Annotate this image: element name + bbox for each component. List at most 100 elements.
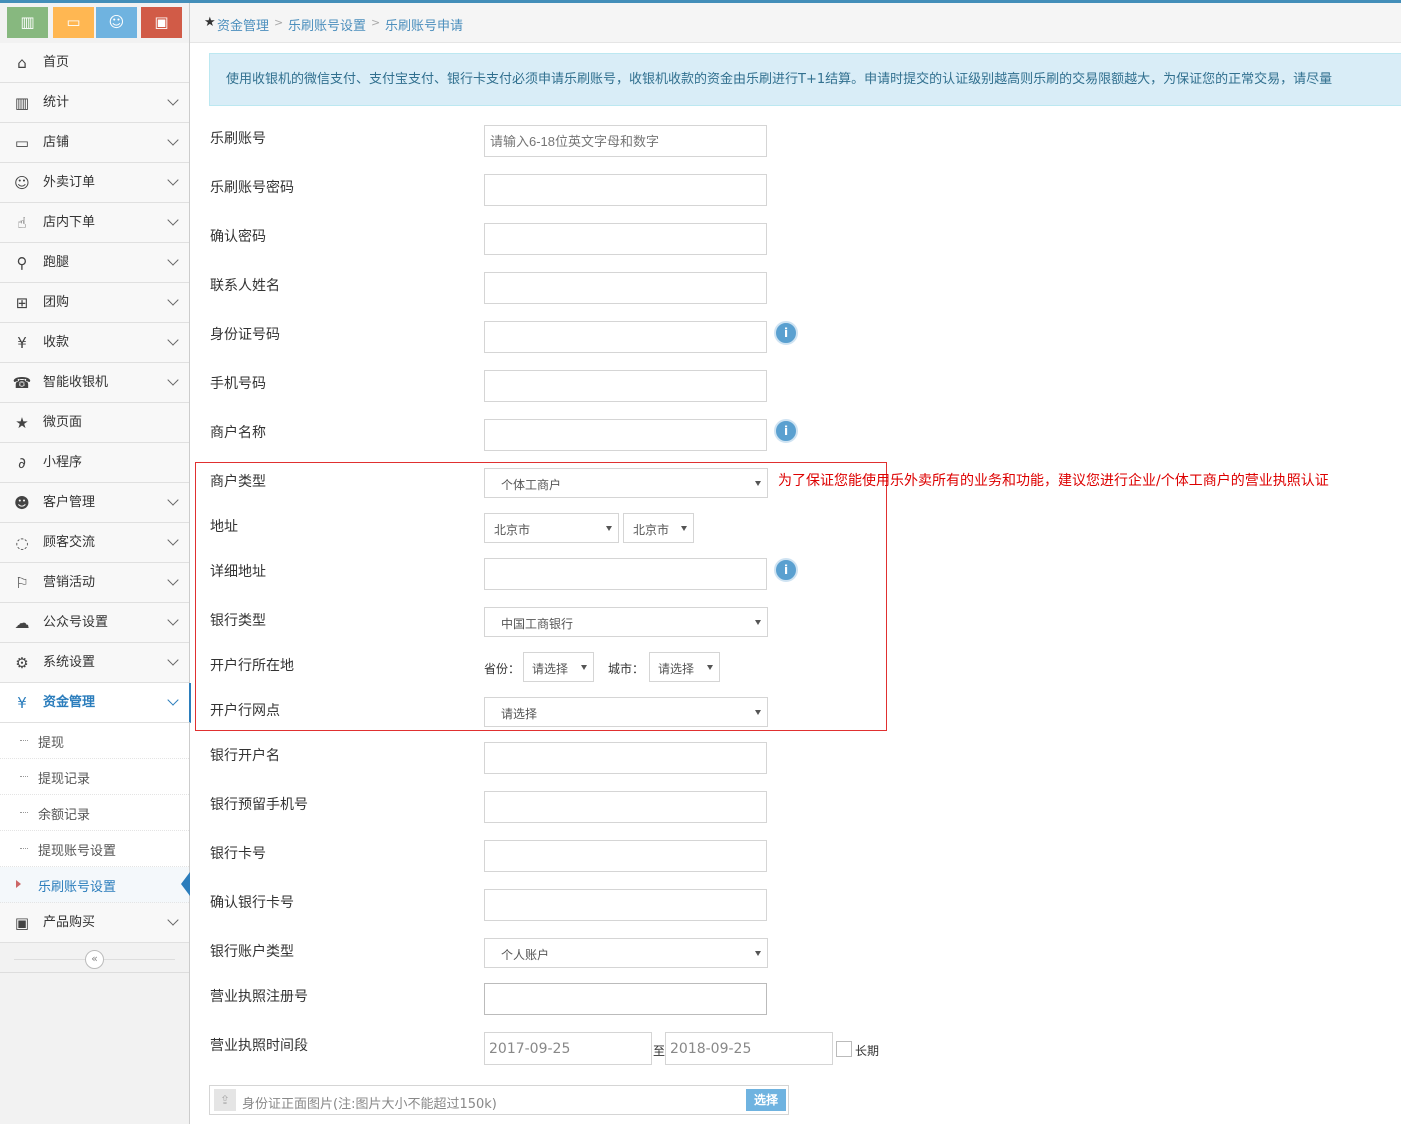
sidebar-subitem-label: 提现 (38, 736, 65, 751)
bank-province-select[interactable]: 请选择 (523, 652, 594, 682)
chevron-down-icon (167, 134, 179, 146)
detail-address-label: 详细地址 (210, 564, 266, 580)
sidebar-item-system-settings[interactable]: ⚙ 系统设置 (0, 643, 189, 683)
sidebar-subitem-withdraw-account-settings[interactable]: 提现账号设置 (0, 831, 189, 867)
sidebar-item-mini-program[interactable]: ∂ 小程序 (0, 443, 189, 483)
caret-down-icon (606, 526, 612, 531)
bank-account-type-select[interactable]: 个人账户 (484, 938, 768, 968)
bank-account-type-label: 银行账户类型 (210, 944, 294, 960)
sidebar-item-product-purchase[interactable]: ▣ 产品购买 (0, 903, 189, 943)
sidebar-item-micro-page[interactable]: ★ 微页面 (0, 403, 189, 443)
bank-city-select[interactable]: 请选择 (649, 652, 720, 682)
link-icon: ∂ (18, 454, 26, 472)
phone-label: 手机号码 (210, 376, 266, 392)
caret-down-icon (681, 526, 687, 531)
caret-down-icon (755, 710, 761, 715)
province-select[interactable]: 北京市 (484, 513, 619, 543)
info-icon[interactable]: i (774, 558, 798, 582)
caret-down-icon (755, 481, 761, 486)
license-number-input[interactable] (484, 983, 767, 1015)
city-select[interactable]: 北京市 (623, 513, 694, 543)
sidebar-item-customer-chat[interactable]: ◌ 顾客交流 (0, 523, 189, 563)
sidebar-subitem-withdraw[interactable]: 提现 (0, 723, 189, 759)
account-input[interactable] (484, 125, 767, 157)
sidebar-subitem-leshua-account-settings[interactable]: 乐刷账号设置 (0, 867, 190, 903)
idcard-input[interactable] (484, 321, 767, 353)
sidebar-item-marketing[interactable]: ⚐ 营销活动 (0, 563, 189, 603)
long-term-checkbox[interactable] (836, 1041, 852, 1057)
sidebar-item-stats[interactable]: ▥ 统计 (0, 83, 189, 123)
sidebar-item-dine-in-orders[interactable]: ☝ 店内下单 (0, 203, 189, 243)
license-end-date-input[interactable]: 2018-09-25 (665, 1032, 833, 1065)
upload-choose-button[interactable]: 选择 (746, 1089, 786, 1111)
info-icon[interactable]: i (774, 321, 798, 345)
tree-dash (20, 740, 28, 741)
info-notice: 使用收银机的微信支付、支付宝支付、银行卡支付必须申请乐刷账号，收银机收款的资金由… (209, 53, 1401, 106)
bank-card-input[interactable] (484, 840, 767, 872)
briefcase-icon: ▣ (14, 914, 30, 932)
phone-input[interactable] (484, 370, 767, 402)
license-start-date-input[interactable]: 2017-09-25 (484, 1032, 652, 1065)
chevron-down-icon (167, 334, 179, 346)
contact-name-input[interactable] (484, 272, 767, 304)
bank-account-name-input[interactable] (484, 742, 767, 774)
bank-phone-input[interactable] (484, 791, 767, 823)
bank-type-select[interactable]: 中国工商银行 (484, 607, 768, 637)
confirm-password-input[interactable] (484, 223, 767, 255)
caret-down-icon (755, 951, 761, 956)
tree-dash (20, 776, 28, 777)
bar-chart-icon: ▥ (14, 94, 30, 112)
sidebar-item-label: 资金管理 (43, 695, 96, 710)
sidebar-item-errand[interactable]: ⚲ 跑腿 (0, 243, 189, 283)
bank-card-label: 银行卡号 (210, 846, 266, 862)
merchant-name-input[interactable] (484, 419, 767, 451)
bank-phone-label: 银行预留手机号 (210, 797, 308, 813)
account-label: 乐刷账号 (210, 131, 266, 147)
smile-icon[interactable]: ☺ (96, 7, 137, 38)
sidebar-item-customer-management[interactable]: ☻ 客户管理 (0, 483, 189, 523)
sidebar-item-smart-cashier[interactable]: ☎ 智能收银机 (0, 363, 189, 403)
sidebar-item-official-account[interactable]: ☁ 公众号设置 (0, 603, 189, 643)
merchant-name-label: 商户名称 (210, 425, 266, 441)
sidebar-item-home[interactable]: ⌂ 首页 (0, 43, 189, 83)
sidebar-item-label: 微页面 (43, 415, 83, 430)
chevron-down-icon (167, 214, 179, 226)
sidebar-item-group-buy[interactable]: ⊞ 团购 (0, 283, 189, 323)
tree-dash (20, 848, 28, 849)
sidebar: ▥ ▭ ☺ ▣ ⌂ 首页 ▥ 统计 ▭ 店铺 ☺ 外卖订单 ☝ 店内下单 ⚲ 跑腿 ⊞ 团购 ¥ 收款 ☎ 智能收… (0, 3, 191, 1124)
breadcrumb-link-funds[interactable]: 资金管理 (217, 15, 269, 34)
chevron-down-icon (167, 914, 179, 926)
password-input[interactable] (484, 174, 767, 206)
chevron-down-icon (167, 574, 179, 586)
caret-down-icon (581, 665, 587, 670)
star-icon: ★ (204, 15, 216, 30)
sidebar-subitem-label: 乐刷账号设置 (38, 880, 117, 895)
collapse-icon[interactable]: « (85, 950, 104, 969)
license-period-label: 营业执照时间段 (210, 1038, 308, 1054)
idcard-front-upload[interactable]: ⇪ 身份证正面图片(注:图片大小不能超过150k) 选择 (209, 1085, 789, 1115)
caret-down-icon (755, 620, 761, 625)
bag-icon[interactable]: ▣ (141, 7, 182, 38)
sidebar-item-funds-management[interactable]: ¥ 资金管理 (0, 683, 191, 723)
sidebar-subitem-balance-records[interactable]: 余额记录 (0, 795, 189, 831)
monitor-icon[interactable]: ▭ (53, 7, 94, 38)
breadcrumb-link-leshua-settings[interactable]: 乐刷账号设置 (288, 15, 366, 34)
sidebar-item-store[interactable]: ▭ 店铺 (0, 123, 189, 163)
detail-address-input[interactable] (484, 558, 767, 590)
info-icon[interactable]: i (774, 419, 798, 443)
idcard-label: 身份证号码 (210, 327, 280, 343)
sidebar-item-takeout-orders[interactable]: ☺ 外卖订单 (0, 163, 189, 203)
bar-chart-icon[interactable]: ▥ (7, 7, 48, 38)
city-value: 北京市 (633, 523, 670, 537)
long-term-label: 长期 (855, 1044, 880, 1058)
breadcrumb: ★ 资金管理 > 乐刷账号设置 > 乐刷账号申请 (190, 3, 1401, 43)
chevron-down-icon (167, 694, 179, 706)
bank-card-confirm-input[interactable] (484, 889, 767, 921)
bank-branch-select[interactable]: 请选择 (484, 697, 768, 727)
sidebar-subitem-withdraw-records[interactable]: 提现记录 (0, 759, 189, 795)
merchant-type-select[interactable]: 个体工商户 (484, 468, 768, 498)
sidebar-item-label: 外卖订单 (43, 175, 96, 190)
sidebar-item-payment[interactable]: ¥ 收款 (0, 323, 189, 363)
highlight-box (195, 462, 887, 731)
merchant-type-label: 商户类型 (210, 474, 266, 490)
